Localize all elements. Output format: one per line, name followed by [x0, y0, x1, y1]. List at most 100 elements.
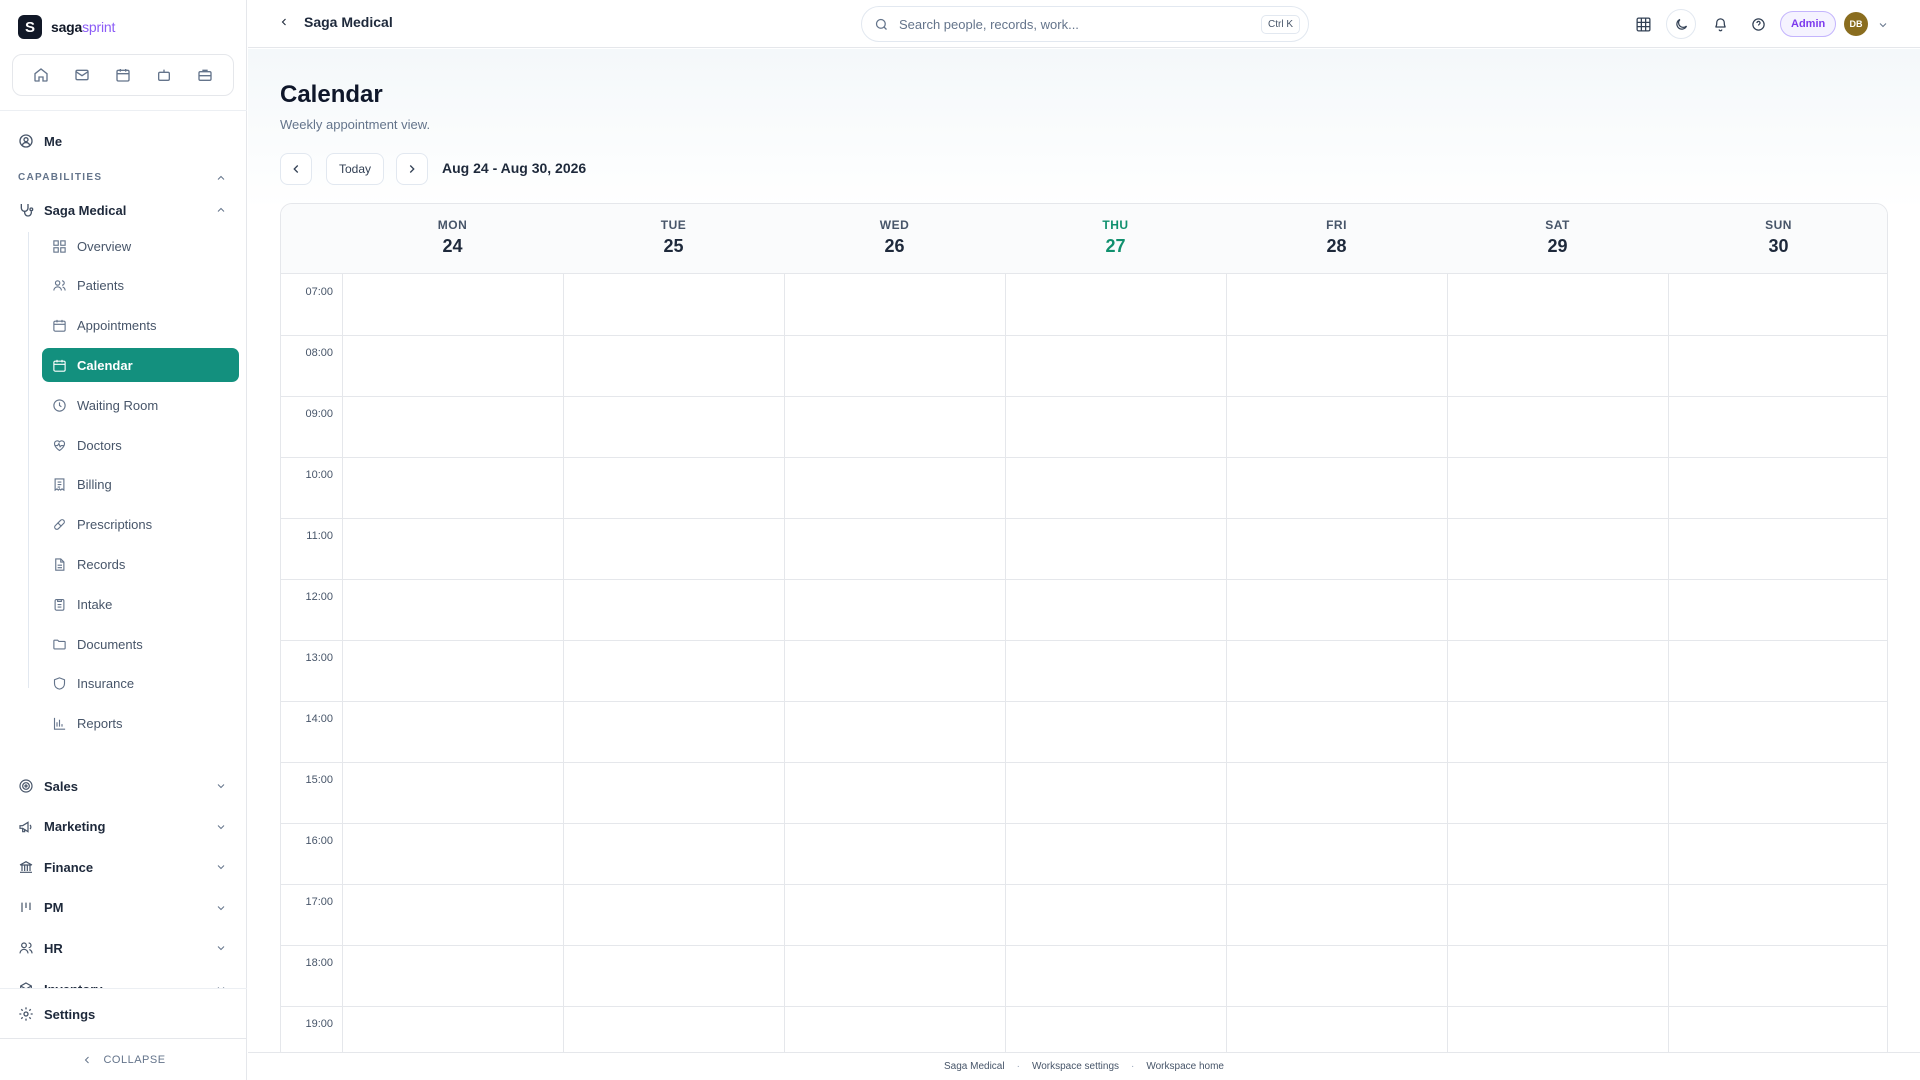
time-slot[interactable]	[1227, 457, 1447, 518]
time-slot[interactable]	[785, 762, 1005, 823]
time-slot[interactable]	[564, 640, 784, 701]
time-slot[interactable]	[1006, 457, 1226, 518]
time-slot[interactable]	[1669, 640, 1887, 701]
nav-section-hr[interactable]: HR	[18, 936, 63, 960]
time-slot[interactable]	[564, 945, 784, 1006]
chevron-left-icon[interactable]	[278, 16, 290, 28]
time-slot[interactable]	[1006, 701, 1226, 762]
time-slot[interactable]	[1448, 274, 1668, 335]
time-slot[interactable]	[1669, 396, 1887, 457]
time-slot[interactable]	[785, 579, 1005, 640]
time-slot[interactable]	[1227, 945, 1447, 1006]
next-week-button[interactable]	[396, 153, 428, 185]
time-slot[interactable]	[785, 640, 1005, 701]
footer-link[interactable]: Workspace settings	[1032, 1061, 1119, 1072]
nav-section-sales[interactable]: Sales	[18, 774, 78, 798]
time-slot[interactable]	[1227, 640, 1447, 701]
time-slot[interactable]	[785, 335, 1005, 396]
time-slot[interactable]	[1448, 884, 1668, 945]
time-slot[interactable]	[1227, 701, 1447, 762]
time-slot[interactable]	[343, 762, 563, 823]
time-slot[interactable]	[564, 518, 784, 579]
time-slot[interactable]	[1448, 945, 1668, 1006]
time-slot[interactable]	[564, 457, 784, 518]
time-slot[interactable]	[564, 762, 784, 823]
nav-section-marketing[interactable]: Marketing	[18, 815, 105, 839]
admin-badge[interactable]: Admin	[1780, 11, 1837, 37]
time-slot[interactable]	[785, 884, 1005, 945]
footer-link[interactable]: Saga Medical	[944, 1061, 1005, 1072]
time-slot[interactable]	[564, 701, 784, 762]
footer-link[interactable]: Workspace home	[1146, 1061, 1224, 1072]
time-slot[interactable]	[785, 274, 1005, 335]
time-slot[interactable]	[1448, 335, 1668, 396]
nav-section-inventory[interactable]: Inventory	[18, 977, 103, 988]
time-slot[interactable]	[1448, 762, 1668, 823]
chevron-down-icon[interactable]	[215, 780, 227, 792]
time-slot[interactable]	[564, 335, 784, 396]
time-slot[interactable]	[1669, 823, 1887, 884]
moon-icon[interactable]	[1666, 9, 1696, 39]
time-slot[interactable]	[1006, 579, 1226, 640]
time-slot[interactable]	[1006, 945, 1226, 1006]
time-slot[interactable]	[1006, 823, 1226, 884]
time-slot[interactable]	[1227, 335, 1447, 396]
nav-section-finance[interactable]: Finance	[18, 855, 93, 879]
time-slot[interactable]	[564, 579, 784, 640]
time-slot[interactable]	[1669, 579, 1887, 640]
time-slot[interactable]	[343, 457, 563, 518]
time-slot[interactable]	[1006, 396, 1226, 457]
time-slot[interactable]	[1669, 701, 1887, 762]
time-slot[interactable]	[1006, 274, 1226, 335]
time-slot[interactable]	[343, 518, 563, 579]
time-slot[interactable]	[1227, 518, 1447, 579]
time-slot[interactable]	[785, 396, 1005, 457]
bell-icon[interactable]	[1705, 9, 1735, 39]
chevron-down-icon[interactable]	[215, 821, 227, 833]
time-slot[interactable]	[1227, 884, 1447, 945]
time-slot[interactable]	[564, 396, 784, 457]
time-slot[interactable]	[1669, 884, 1887, 945]
breadcrumb[interactable]: Saga Medical	[278, 14, 393, 30]
time-slot[interactable]	[785, 701, 1005, 762]
time-slot[interactable]	[785, 945, 1005, 1006]
time-slot[interactable]	[343, 701, 563, 762]
today-button[interactable]: Today	[326, 153, 384, 185]
prev-week-button[interactable]	[280, 153, 312, 185]
search-input[interactable]: Search people, records, work... Ctrl K	[861, 6, 1309, 42]
time-slot[interactable]	[343, 335, 563, 396]
time-slot[interactable]	[564, 823, 784, 884]
nav-section-pm[interactable]: PM	[18, 896, 64, 920]
time-slot[interactable]	[1227, 762, 1447, 823]
time-slot[interactable]	[785, 457, 1005, 518]
chevron-down-icon[interactable]	[1877, 19, 1889, 31]
time-slot[interactable]	[1448, 396, 1668, 457]
time-slot[interactable]	[1448, 640, 1668, 701]
time-slot[interactable]	[1669, 457, 1887, 518]
time-slot[interactable]	[1006, 640, 1226, 701]
time-slot[interactable]	[1006, 762, 1226, 823]
time-slot[interactable]	[1227, 396, 1447, 457]
time-slot[interactable]	[1227, 823, 1447, 884]
chevron-down-icon[interactable]	[215, 902, 227, 914]
chevron-down-icon[interactable]	[215, 861, 227, 873]
avatar[interactable]: DB	[1844, 12, 1868, 36]
chevron-down-icon[interactable]	[215, 942, 227, 954]
time-slot[interactable]	[1669, 945, 1887, 1006]
time-slot[interactable]	[1448, 518, 1668, 579]
time-slot[interactable]	[343, 884, 563, 945]
time-slot[interactable]	[785, 518, 1005, 579]
time-slot[interactable]	[343, 274, 563, 335]
time-slot[interactable]	[343, 823, 563, 884]
time-slot[interactable]	[1448, 701, 1668, 762]
time-slot[interactable]	[1006, 884, 1226, 945]
time-slot[interactable]	[1669, 274, 1887, 335]
time-slot[interactable]	[1227, 274, 1447, 335]
time-slot[interactable]	[343, 579, 563, 640]
time-slot[interactable]	[343, 640, 563, 701]
time-slot[interactable]	[564, 274, 784, 335]
time-slot[interactable]	[1448, 579, 1668, 640]
time-slot[interactable]	[1227, 579, 1447, 640]
time-slot[interactable]	[1448, 457, 1668, 518]
time-slot[interactable]	[1669, 518, 1887, 579]
